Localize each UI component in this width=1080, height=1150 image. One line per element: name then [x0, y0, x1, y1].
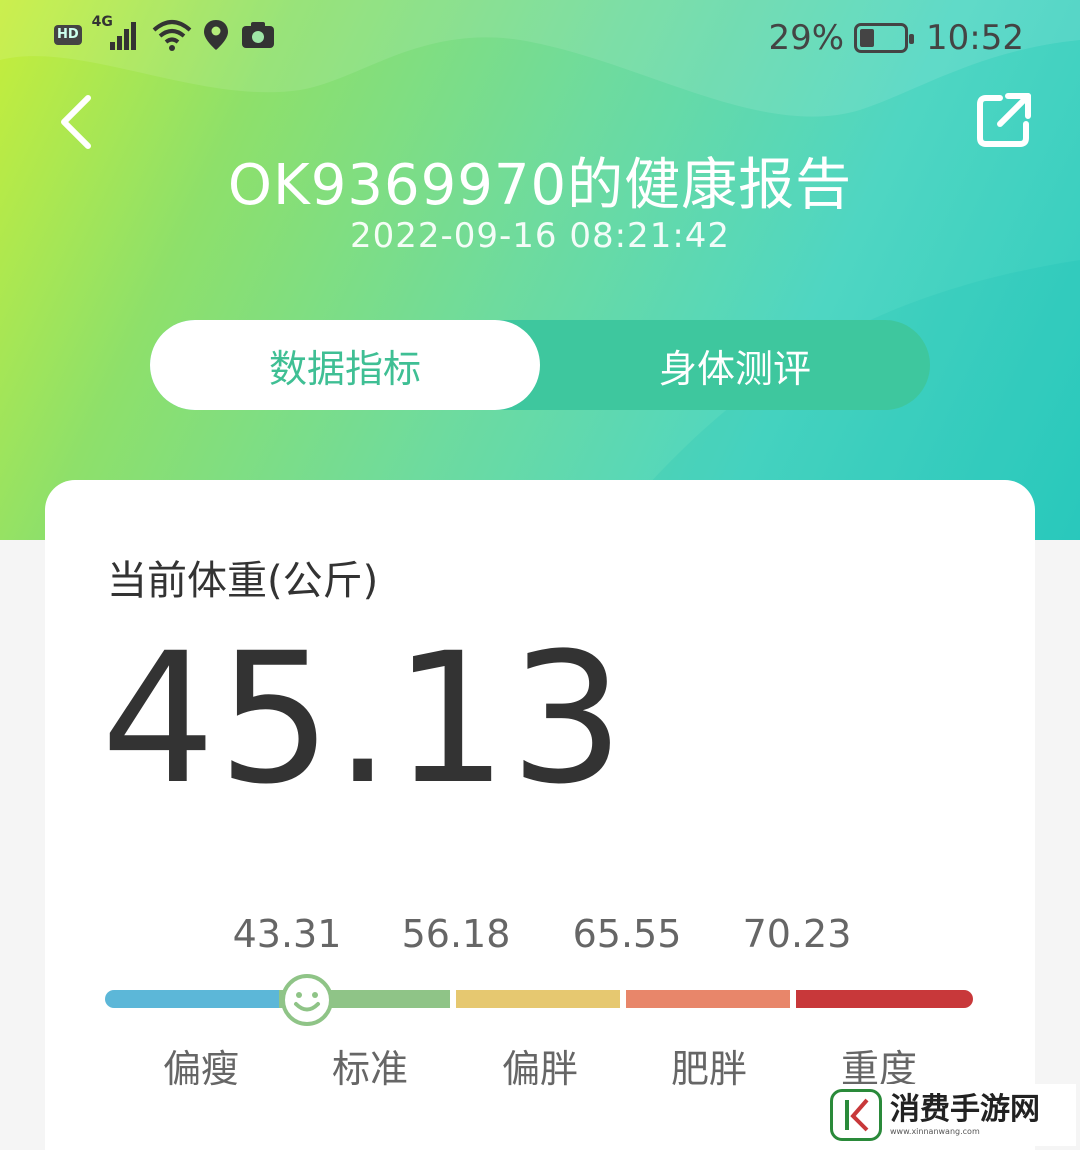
tab-body-assessment[interactable]: 身体测评 — [540, 320, 930, 410]
scale-category: 标准 — [331, 1047, 408, 1091]
scale-category: 肥胖 — [670, 1047, 747, 1091]
header-background — [0, 0, 1080, 540]
watermark: 消费手游网 www.xinnanwang.com — [824, 1084, 1076, 1146]
tab-data-metrics[interactable]: 数据指标 — [150, 320, 540, 410]
signal-icon: 4G — [92, 14, 142, 52]
battery-icon — [854, 23, 915, 53]
page-title: OK9369970的健康报告 — [227, 153, 853, 218]
camera-icon — [241, 22, 274, 48]
weight-value: 45.13 — [101, 615, 627, 824]
scale-category: 偏胖 — [501, 1047, 578, 1091]
scale-threshold: 43.31 — [232, 912, 342, 956]
scale-segment-severe — [796, 990, 973, 1008]
scale-threshold: 56.18 — [401, 912, 511, 956]
scale-segment-underweight — [105, 990, 279, 1008]
weight-card: 当前体重(公斤) 45.13 43.31 56.18 65.55 70.23 偏… — [45, 480, 1035, 1150]
weight-scale-bar — [105, 990, 973, 1010]
wifi-icon — [152, 20, 191, 51]
location-icon — [203, 20, 228, 50]
smiley-marker-icon — [281, 974, 333, 1026]
weight-label: 当前体重(公斤) — [107, 558, 379, 604]
watermark-logo — [830, 1089, 882, 1141]
battery-level — [860, 29, 875, 47]
watermark-text: 消费手游网 — [890, 1091, 1040, 1127]
scale-segment-obese — [626, 990, 790, 1008]
battery-percent: 29% — [768, 18, 845, 58]
report-datetime: 2022-09-16 08:21:42 — [349, 216, 731, 256]
hd-badge: HD — [54, 25, 82, 45]
scale-threshold: 70.23 — [742, 912, 852, 956]
scale-segment-overweight — [456, 990, 620, 1008]
clock: 10:52 — [926, 18, 1024, 58]
scale-category: 偏瘦 — [162, 1047, 239, 1091]
scale-threshold: 65.55 — [572, 912, 682, 956]
watermark-url: www.xinnanwang.com — [890, 1126, 980, 1136]
tab-group: 数据指标 身体测评 — [150, 320, 930, 410]
status-bar: HD 4G 29% 10:52 — [0, 0, 1080, 80]
